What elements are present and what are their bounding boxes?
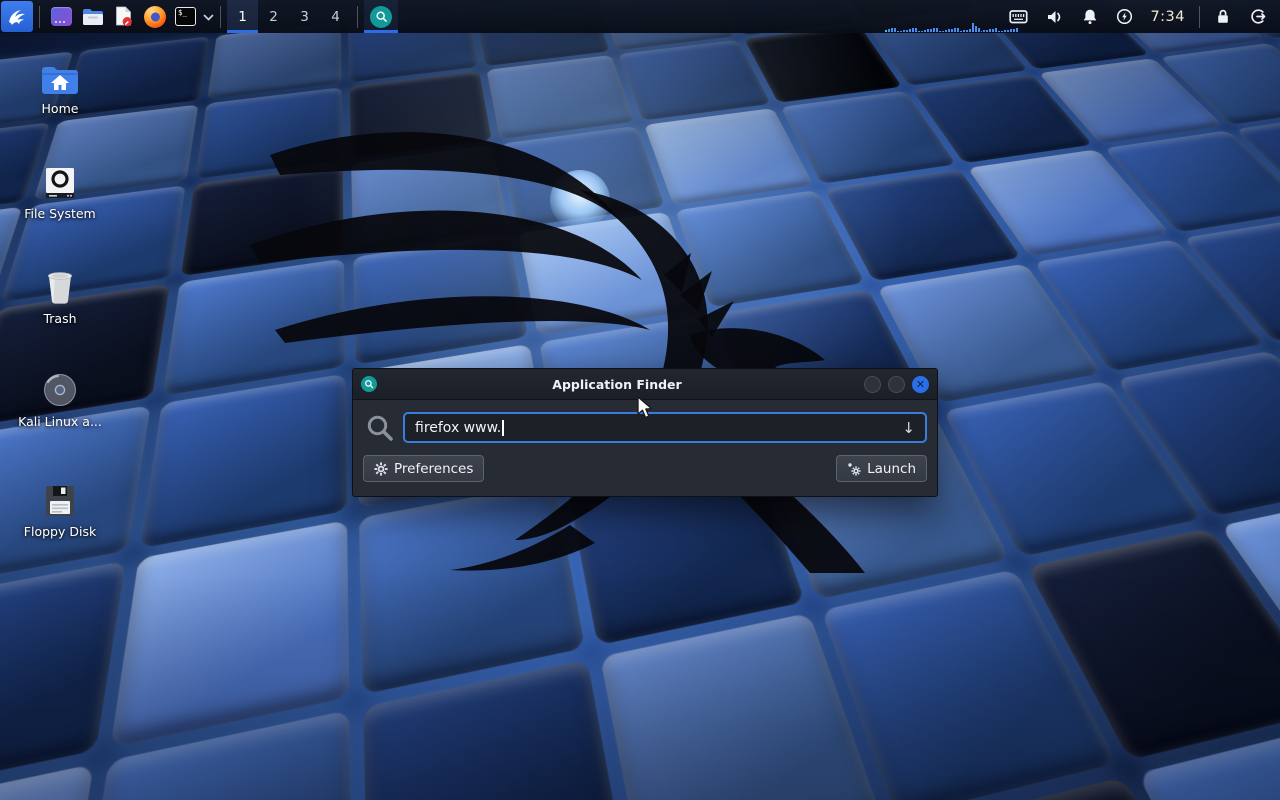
minimize-button[interactable] [864, 376, 881, 393]
application-finder-icon [370, 6, 392, 28]
desktop-icon-floppy-disk[interactable]: Floppy Disk [10, 478, 110, 539]
application-finder-window: Application Finder ✕ firefox www. ↓ [352, 368, 938, 497]
desktop-icon-label: Trash [10, 311, 110, 326]
desktop-icon-home[interactable]: Home [10, 55, 110, 116]
home-folder-icon [10, 55, 110, 95]
terminal-icon: $_ [175, 7, 196, 26]
launcher-app-window[interactable] [46, 0, 77, 33]
terminal-prompt-glyph: $_ [178, 8, 187, 17]
launcher-text-editor[interactable] [108, 0, 139, 33]
launch-button[interactable]: Launch [836, 455, 927, 482]
taskbar-button-application-finder[interactable] [364, 0, 398, 33]
clock[interactable]: 7:34 [1150, 9, 1185, 25]
drive-icon [10, 160, 110, 200]
workspace-button-1[interactable]: 1 [227, 0, 258, 33]
preferences-button[interactable]: Preferences [363, 455, 484, 482]
optical-disc-icon [10, 368, 110, 408]
kali-logo-icon [7, 7, 27, 27]
run-icon [847, 462, 861, 476]
desktop-icon-trash[interactable]: Trash [10, 265, 110, 326]
desktop-screen: Home File System Trash [0, 0, 1280, 800]
keyboard-indicator-icon[interactable] [1009, 8, 1028, 25]
floppy-disk-icon [10, 478, 110, 518]
desktop-icon-label: Home [10, 101, 110, 116]
expand-arrow-icon[interactable]: ↓ [902, 419, 915, 437]
search-input[interactable]: firefox www. ↓ [403, 412, 927, 443]
desktop-icon-label: Floppy Disk [10, 524, 110, 539]
desktop-icon-kali-cd[interactable]: Kali Linux a... [10, 368, 110, 429]
launcher-firefox[interactable] [139, 0, 170, 33]
mouse-cursor [637, 396, 655, 420]
close-button[interactable]: ✕ [912, 376, 929, 393]
search-input-value: firefox www. [415, 420, 501, 436]
workspace-button-2[interactable]: 2 [258, 0, 289, 33]
firefox-icon [144, 6, 166, 28]
top-panel: $_ 1 2 3 4 [0, 0, 1280, 33]
window-title: Application Finder [377, 377, 857, 392]
text-editor-icon [115, 6, 133, 27]
desktop-icon-label: Kali Linux a... [10, 414, 110, 429]
desktop-icon-file-system[interactable]: File System [10, 160, 110, 221]
file-manager-icon [82, 8, 104, 26]
desktop-icon-label: File System [10, 206, 110, 221]
launcher-file-manager[interactable] [77, 0, 108, 33]
launch-label: Launch [867, 461, 916, 477]
system-load-monitor[interactable] [885, 22, 1018, 32]
search-icon [363, 413, 397, 443]
logout-icon[interactable] [1249, 8, 1267, 25]
panel-separator [1199, 6, 1200, 28]
power-manager-icon[interactable] [1116, 8, 1133, 25]
applications-menu-button[interactable] [1, 1, 33, 32]
panel-separator [39, 6, 40, 28]
launcher-terminal[interactable]: $_ [170, 0, 201, 33]
workspace-button-4[interactable]: 4 [320, 0, 351, 33]
gear-icon [374, 462, 388, 476]
text-caret [502, 420, 504, 436]
trash-bin-icon [10, 265, 110, 305]
kali-dragon-graphic [250, 95, 950, 575]
preferences-label: Preferences [394, 461, 473, 477]
panel-separator [357, 6, 358, 28]
screen-lock-icon[interactable] [1215, 8, 1231, 25]
panel-separator [220, 6, 221, 28]
workspace-button-3[interactable]: 3 [289, 0, 320, 33]
system-tray: 7:34 [1000, 0, 1276, 33]
volume-icon[interactable] [1046, 9, 1064, 25]
notifications-bell-icon[interactable] [1082, 8, 1098, 25]
maximize-button[interactable] [888, 376, 905, 393]
window-icon [361, 376, 377, 392]
app-window-icon [51, 7, 72, 26]
terminal-dropdown-arrow[interactable] [203, 7, 214, 26]
